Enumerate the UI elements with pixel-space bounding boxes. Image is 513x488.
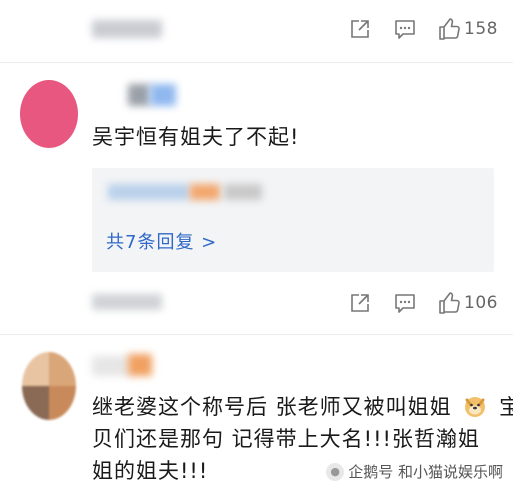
doge-emoji-icon xyxy=(463,394,487,418)
comment-text: 吴宇恒有姐夫了不起! xyxy=(92,125,300,149)
divider xyxy=(0,334,513,335)
reply-button[interactable] xyxy=(394,292,416,314)
comment-text-line: 宝 xyxy=(499,395,513,419)
share-icon xyxy=(351,294,369,312)
reply-button[interactable] xyxy=(394,18,416,40)
like-count: 158 xyxy=(464,19,498,39)
avatar[interactable] xyxy=(20,80,78,148)
share-icon xyxy=(351,20,369,38)
blurred-username xyxy=(92,20,162,38)
blurred-timestamp xyxy=(92,294,162,310)
blurred-reply-preview xyxy=(108,184,190,200)
reply-preview-box: 共7条回复 > xyxy=(92,168,494,272)
view-all-replies-link[interactable]: 共7条回复 > xyxy=(106,228,217,254)
comment-icon xyxy=(395,20,415,39)
thumbs-up-icon xyxy=(439,292,460,314)
comment-text-line: 姐的姐夫!!! xyxy=(92,459,209,483)
comment-text-line: 继老婆这个称号后 张老师又被叫姐姐 xyxy=(92,395,452,419)
penguin-logo-icon: ● xyxy=(326,462,345,481)
blurred-reply-preview xyxy=(224,184,262,200)
blurred-reply-preview xyxy=(190,184,220,200)
share-button[interactable] xyxy=(349,292,371,314)
comment-text-line: 贝们还是那句 记得带上大名!!!张哲瀚姐 xyxy=(92,427,480,451)
divider xyxy=(0,62,513,63)
like-button[interactable]: 106 xyxy=(438,291,498,315)
thumbs-up-icon xyxy=(439,18,460,40)
blurred-username xyxy=(92,356,130,376)
watermark: ● 企鹅号 和小猫说娱乐啊 xyxy=(326,461,503,482)
like-button[interactable]: 158 xyxy=(438,17,498,41)
blurred-username xyxy=(128,354,152,376)
share-button[interactable] xyxy=(349,18,371,40)
avatar[interactable] xyxy=(22,352,76,420)
like-count: 106 xyxy=(464,293,498,313)
blurred-username xyxy=(150,84,176,106)
comment-text: 继老婆这个称号后 张老师又被叫姐姐 宝 xyxy=(92,392,513,423)
comment-icon xyxy=(395,294,415,313)
blurred-username xyxy=(128,84,150,106)
watermark-text: 企鹅号 和小猫说娱乐啊 xyxy=(348,463,503,481)
